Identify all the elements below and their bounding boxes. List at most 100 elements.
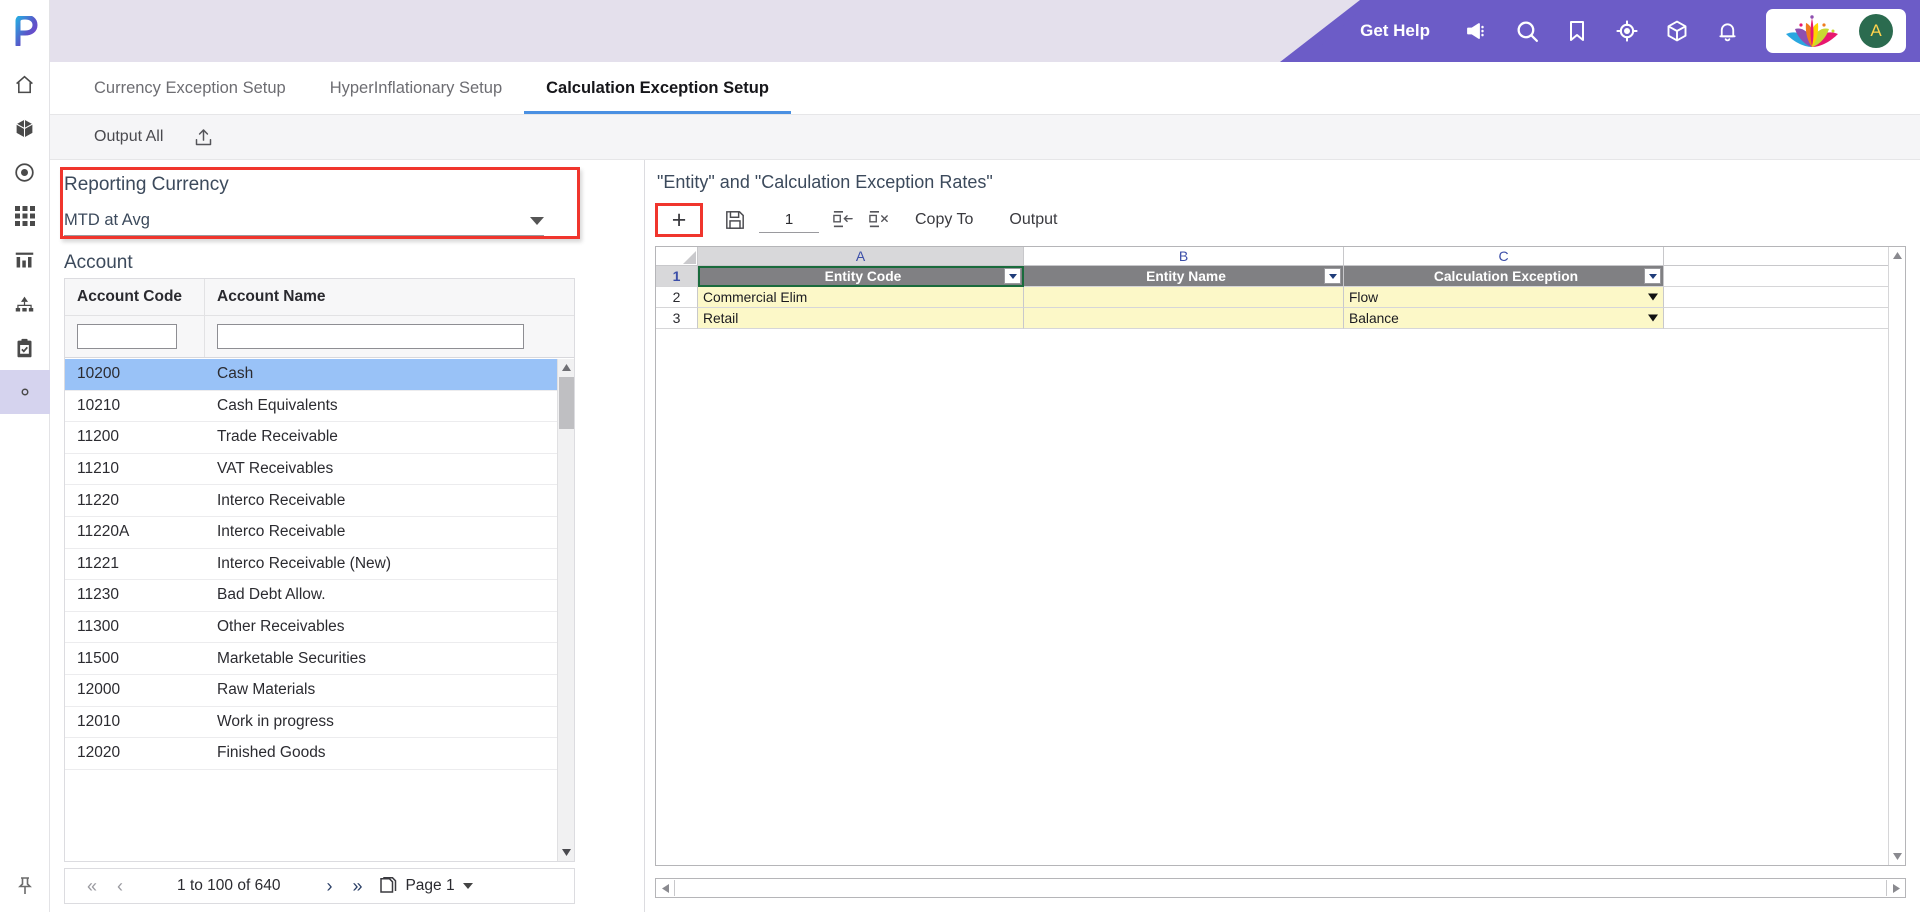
scroll-up-arrow-icon[interactable] (558, 359, 574, 376)
grid-header-entity-name-text: Entity Name (1146, 268, 1226, 284)
chevron-down-icon[interactable] (1648, 314, 1658, 322)
right-panel: "Entity" and "Calculation Exception Rate… (645, 160, 1920, 912)
chevron-down-icon[interactable] (1644, 268, 1661, 284)
grid-row-number[interactable]: 3 (656, 308, 698, 329)
grid-cell-a3[interactable]: Retail (698, 308, 1024, 329)
save-button[interactable] (717, 203, 753, 237)
grid-cell-b2[interactable] (1024, 287, 1344, 308)
account-code-filter-input[interactable] (77, 324, 177, 349)
pager-next-button[interactable]: › (316, 876, 342, 897)
target-icon[interactable] (1602, 0, 1652, 62)
column-header-account-code[interactable]: Account Code (65, 279, 205, 315)
grid-column-c[interactable]: C (1344, 247, 1664, 266)
cell-account-code: 10200 (77, 365, 121, 383)
pager-last-button[interactable]: » (342, 876, 372, 897)
chevron-down-icon[interactable] (1004, 268, 1021, 284)
upload-icon[interactable] (185, 127, 222, 148)
table-row[interactable]: 11210 VAT Receivables (65, 454, 574, 486)
brand-pill[interactable]: A (1766, 9, 1906, 53)
clipboard-check-icon (14, 338, 35, 359)
left-panel: Reporting Currency MTD at Avg Account Ac… (50, 160, 645, 912)
grid-column-a[interactable]: A (698, 247, 1024, 266)
add-row-button[interactable]: + (655, 203, 703, 237)
pager-prev-button[interactable]: ‹ (107, 876, 133, 897)
grid-header-row: 1 Entity Code Entity Name Calculation Ex… (656, 266, 1888, 287)
grid-cell-c2[interactable]: Flow (1344, 287, 1664, 308)
account-name-filter-input[interactable] (217, 324, 524, 349)
table-row[interactable]: 11200 Trade Receivable (65, 422, 574, 454)
tab-hyperinflationary-setup[interactable]: HyperInflationary Setup (308, 62, 524, 114)
bell-icon[interactable] (1702, 0, 1752, 62)
grid-select-all-corner[interactable] (656, 247, 698, 266)
chevron-down-icon[interactable] (1324, 268, 1341, 284)
grid-column-b[interactable]: B (1024, 247, 1344, 266)
grid-row-number[interactable]: 1 (656, 266, 698, 287)
chevron-down-icon[interactable] (1648, 293, 1658, 301)
grid-horizontal-scrollbar[interactable] (655, 878, 1906, 898)
sidebar-item-settings[interactable] (0, 370, 50, 414)
app-header: Get Help A (50, 0, 1920, 62)
table-row[interactable]: 10200 Cash (65, 359, 574, 391)
table-row[interactable]: 12010 Work in progress (65, 707, 574, 739)
sidebar-item-tasks[interactable] (0, 326, 50, 370)
cell-account-code: 12010 (77, 712, 121, 730)
pager-first-button[interactable]: « (77, 876, 107, 897)
scroll-thumb[interactable] (559, 377, 574, 429)
grid-cell-c3[interactable]: Balance (1344, 308, 1664, 329)
scroll-left-arrow-icon[interactable] (656, 879, 674, 897)
sidebar-item-hierarchy[interactable] (0, 282, 50, 326)
table-row[interactable]: 11230 Bad Debt Allow. (65, 580, 574, 612)
get-help-button[interactable]: Get Help (1338, 21, 1452, 41)
delete-row-button[interactable] (861, 203, 897, 237)
grid-header-calculation-exception[interactable]: Calculation Exception (1344, 266, 1664, 287)
insert-row-button[interactable] (825, 203, 861, 237)
scroll-right-arrow-icon[interactable] (1887, 879, 1905, 897)
sidebar-item-grid[interactable] (0, 194, 50, 238)
bar-chart-icon (14, 250, 35, 271)
table-row[interactable]: 12020 Finished Goods (65, 738, 574, 770)
account-list-scrollbar[interactable] (557, 359, 574, 861)
column-header-account-name[interactable]: Account Name (205, 279, 574, 315)
table-row[interactable]: 11220A Interco Receivable (65, 517, 574, 549)
cell-account-name: Work in progress (217, 712, 334, 730)
scroll-up-arrow-icon[interactable] (1889, 247, 1906, 264)
table-row[interactable]: 11500 Marketable Securities (65, 643, 574, 675)
pin-button[interactable] (0, 860, 50, 912)
megaphone-icon[interactable] (1452, 0, 1502, 62)
scroll-track[interactable] (674, 880, 1887, 896)
grid-row-number[interactable]: 2 (656, 287, 698, 308)
avatar[interactable]: A (1859, 14, 1893, 48)
package-icon (14, 118, 35, 139)
output-all-button[interactable]: Output All (72, 128, 185, 146)
sidebar-item-package[interactable] (0, 106, 50, 150)
search-icon[interactable] (1502, 0, 1552, 62)
p-logo[interactable] (0, 0, 49, 62)
sidebar-item-home[interactable] (0, 62, 50, 106)
spreadsheet-grid: A B C 1 Entity Code Entity Name Calculat… (655, 246, 1906, 866)
table-row[interactable]: 11220 Interco Receivable (65, 485, 574, 517)
grid-cell-b3[interactable] (1024, 308, 1344, 329)
table-row[interactable]: 12000 Raw Materials (65, 675, 574, 707)
table-row[interactable]: 11300 Other Receivables (65, 612, 574, 644)
grid-header-entity-name[interactable]: Entity Name (1024, 266, 1344, 287)
row-count-input[interactable]: 1 (759, 207, 819, 233)
scroll-down-arrow-icon[interactable] (1889, 848, 1906, 865)
tab-currency-exception-setup[interactable]: Currency Exception Setup (72, 62, 308, 114)
grid-vertical-scrollbar[interactable] (1888, 247, 1905, 865)
table-row[interactable]: 10210 Cash Equivalents (65, 391, 574, 423)
scroll-down-arrow-icon[interactable] (558, 844, 574, 861)
grid-cell-a2[interactable]: Commercial Elim (698, 287, 1024, 308)
tab-calculation-exception-setup[interactable]: Calculation Exception Setup (524, 62, 791, 114)
table-row[interactable]: 11221 Interco Receivable (New) (65, 549, 574, 581)
bookmark-icon[interactable] (1552, 0, 1602, 62)
output-button[interactable]: Output (991, 211, 1075, 229)
grid-header-entity-code[interactable]: Entity Code (698, 266, 1024, 287)
sidebar-item-reports[interactable] (0, 238, 50, 282)
cell-account-code: 12020 (77, 744, 121, 762)
reporting-currency-select[interactable]: MTD at Avg (64, 206, 544, 236)
sidebar-item-target[interactable] (0, 150, 50, 194)
copy-to-button[interactable]: Copy To (897, 211, 991, 229)
account-filter-row (65, 316, 574, 358)
pager-page-selector[interactable]: Page 1 (380, 876, 473, 896)
cube-icon[interactable] (1652, 0, 1702, 62)
